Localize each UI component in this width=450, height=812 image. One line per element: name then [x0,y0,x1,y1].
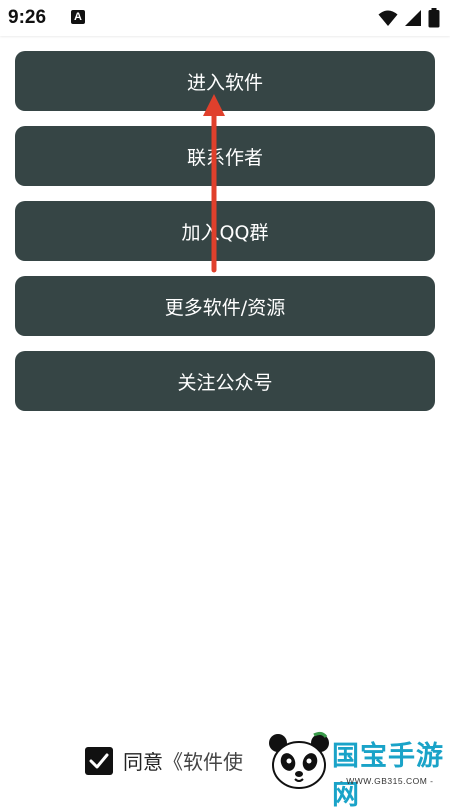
agree-prefix: 同意 [123,750,163,774]
notification-a-icon: A [71,10,85,24]
agree-label: 同意《软件使 [123,746,243,775]
contact-author-button[interactable]: 联系作者 [15,126,435,186]
enter-app-button[interactable]: 进入软件 [15,51,435,111]
agree-checkbox[interactable] [85,746,113,775]
agreement-row: 同意《软件使 [85,746,243,775]
agreement-link[interactable]: 《软件使 [163,750,243,774]
checkmark-icon [89,753,109,768]
panda-logo-icon [269,731,329,789]
follow-account-button[interactable]: 关注公众号 [15,351,435,411]
battery-icon [428,8,440,28]
more-software-button[interactable]: 更多软件/资源 [15,276,435,336]
signal-icon [405,10,421,26]
status-icons [378,8,440,28]
status-bar: 9:26 A [0,0,450,36]
watermark-brand: 国宝手游网 [332,741,444,811]
watermark-url: - WWW.GB315.COM - [340,776,434,786]
join-qq-group-button[interactable]: 加入QQ群 [15,201,435,261]
status-time: 9:26 [8,7,47,28]
wifi-icon [378,10,398,26]
watermark: 国宝手游网 - WWW.GB315.COM - [262,724,450,811]
